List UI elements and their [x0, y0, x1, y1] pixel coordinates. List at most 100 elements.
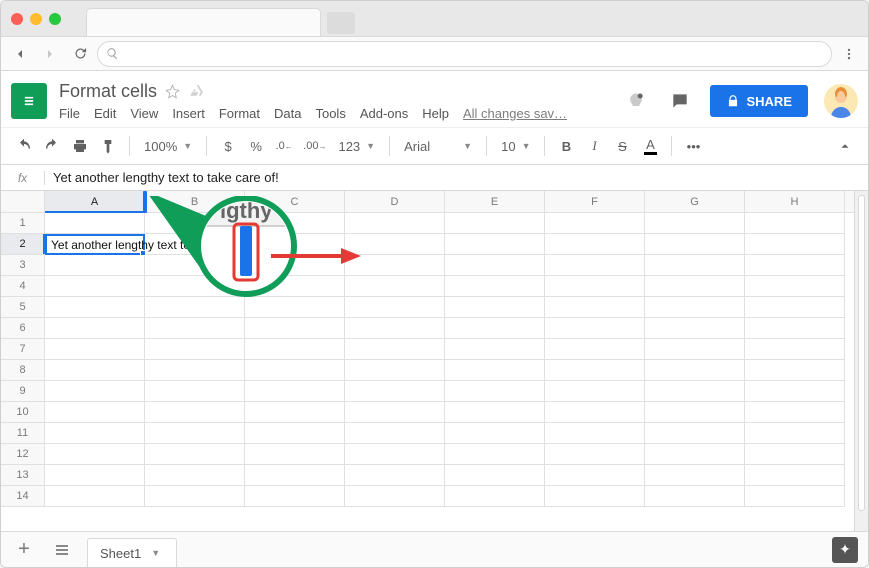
- cell[interactable]: [645, 423, 745, 444]
- cell[interactable]: [545, 360, 645, 381]
- cell[interactable]: [45, 486, 145, 507]
- cell[interactable]: [45, 297, 145, 318]
- cell[interactable]: [445, 234, 545, 255]
- cell[interactable]: [345, 423, 445, 444]
- menu-tools[interactable]: Tools: [315, 106, 345, 121]
- cell[interactable]: [345, 234, 445, 255]
- cell[interactable]: [745, 444, 845, 465]
- italic-button[interactable]: I: [581, 132, 607, 160]
- zoom-combo[interactable]: 100%▼: [138, 139, 198, 154]
- doc-title[interactable]: Format cells: [59, 81, 157, 102]
- cell[interactable]: [745, 213, 845, 234]
- cell[interactable]: [545, 213, 645, 234]
- format-currency-button[interactable]: $: [215, 132, 241, 160]
- cell[interactable]: [45, 381, 145, 402]
- cell[interactable]: [645, 360, 745, 381]
- cell[interactable]: [245, 213, 345, 234]
- row-header[interactable]: 1: [1, 213, 45, 234]
- font-size-combo[interactable]: 10▼: [495, 139, 536, 154]
- select-all-corner[interactable]: [1, 191, 45, 212]
- fill-handle[interactable]: [140, 250, 146, 256]
- cell[interactable]: [645, 339, 745, 360]
- cell[interactable]: [645, 213, 745, 234]
- cell[interactable]: [345, 360, 445, 381]
- cell[interactable]: [245, 276, 345, 297]
- cell[interactable]: [145, 381, 245, 402]
- print-button[interactable]: [67, 132, 93, 160]
- cell[interactable]: [345, 339, 445, 360]
- cell[interactable]: [745, 276, 845, 297]
- cell[interactable]: [745, 255, 845, 276]
- cell[interactable]: [245, 255, 345, 276]
- col-header-b[interactable]: B: [145, 191, 245, 212]
- cell[interactable]: [445, 360, 545, 381]
- comments-button[interactable]: [666, 87, 694, 115]
- cell[interactable]: [45, 360, 145, 381]
- grid[interactable]: A B C D E F G H 1 2Yet another lengthy t…: [1, 191, 854, 531]
- cell[interactable]: [745, 465, 845, 486]
- cell[interactable]: [745, 234, 845, 255]
- bold-button[interactable]: B: [553, 132, 579, 160]
- cell[interactable]: [345, 297, 445, 318]
- row-header[interactable]: 8: [1, 360, 45, 381]
- cell[interactable]: [145, 486, 245, 507]
- maximize-window-button[interactable]: [49, 13, 61, 25]
- cell[interactable]: [545, 402, 645, 423]
- cell[interactable]: [745, 360, 845, 381]
- menu-file[interactable]: File: [59, 106, 80, 121]
- cell[interactable]: [345, 213, 445, 234]
- cell[interactable]: [445, 276, 545, 297]
- cell[interactable]: [145, 213, 245, 234]
- cell[interactable]: [245, 297, 345, 318]
- row-header[interactable]: 13: [1, 465, 45, 486]
- row-header[interactable]: 7: [1, 339, 45, 360]
- menu-data[interactable]: Data: [274, 106, 301, 121]
- cell[interactable]: [45, 444, 145, 465]
- cell[interactable]: [45, 318, 145, 339]
- cell[interactable]: [545, 444, 645, 465]
- cell[interactable]: [145, 255, 245, 276]
- cell[interactable]: [645, 465, 745, 486]
- cell[interactable]: [245, 423, 345, 444]
- row-header[interactable]: 12: [1, 444, 45, 465]
- star-icon[interactable]: [165, 84, 180, 99]
- cell[interactable]: [45, 255, 145, 276]
- cell[interactable]: [245, 381, 345, 402]
- cell[interactable]: [545, 465, 645, 486]
- new-tab-button[interactable]: [327, 12, 355, 34]
- minimize-window-button[interactable]: [30, 13, 42, 25]
- cell[interactable]: [545, 318, 645, 339]
- cell[interactable]: [445, 465, 545, 486]
- cell[interactable]: [345, 486, 445, 507]
- cell[interactable]: [745, 402, 845, 423]
- cell[interactable]: [445, 486, 545, 507]
- cell[interactable]: [245, 339, 345, 360]
- forward-button[interactable]: [37, 41, 63, 67]
- cell[interactable]: [245, 486, 345, 507]
- column-resize-handle[interactable]: [143, 191, 147, 213]
- strikethrough-button[interactable]: S: [609, 132, 635, 160]
- active-cell[interactable]: Yet another lengthy text to: [45, 234, 145, 255]
- cell[interactable]: [745, 486, 845, 507]
- cell[interactable]: [245, 360, 345, 381]
- menu-addons[interactable]: Add-ons: [360, 106, 408, 121]
- cell[interactable]: [745, 381, 845, 402]
- cell[interactable]: [645, 444, 745, 465]
- cell[interactable]: [545, 423, 645, 444]
- cell[interactable]: [545, 276, 645, 297]
- col-header-c[interactable]: C: [245, 191, 345, 212]
- address-bar[interactable]: [97, 41, 832, 67]
- cell[interactable]: [745, 318, 845, 339]
- increase-decimal-button[interactable]: .00→: [299, 132, 330, 160]
- cell[interactable]: [45, 402, 145, 423]
- cell[interactable]: [345, 276, 445, 297]
- cell[interactable]: [545, 234, 645, 255]
- cell[interactable]: [445, 444, 545, 465]
- cell[interactable]: [445, 423, 545, 444]
- share-button[interactable]: SHARE: [710, 85, 808, 117]
- cell[interactable]: [245, 444, 345, 465]
- col-header-e[interactable]: E: [445, 191, 545, 212]
- row-header[interactable]: 6: [1, 318, 45, 339]
- cell[interactable]: [345, 381, 445, 402]
- cell[interactable]: [245, 402, 345, 423]
